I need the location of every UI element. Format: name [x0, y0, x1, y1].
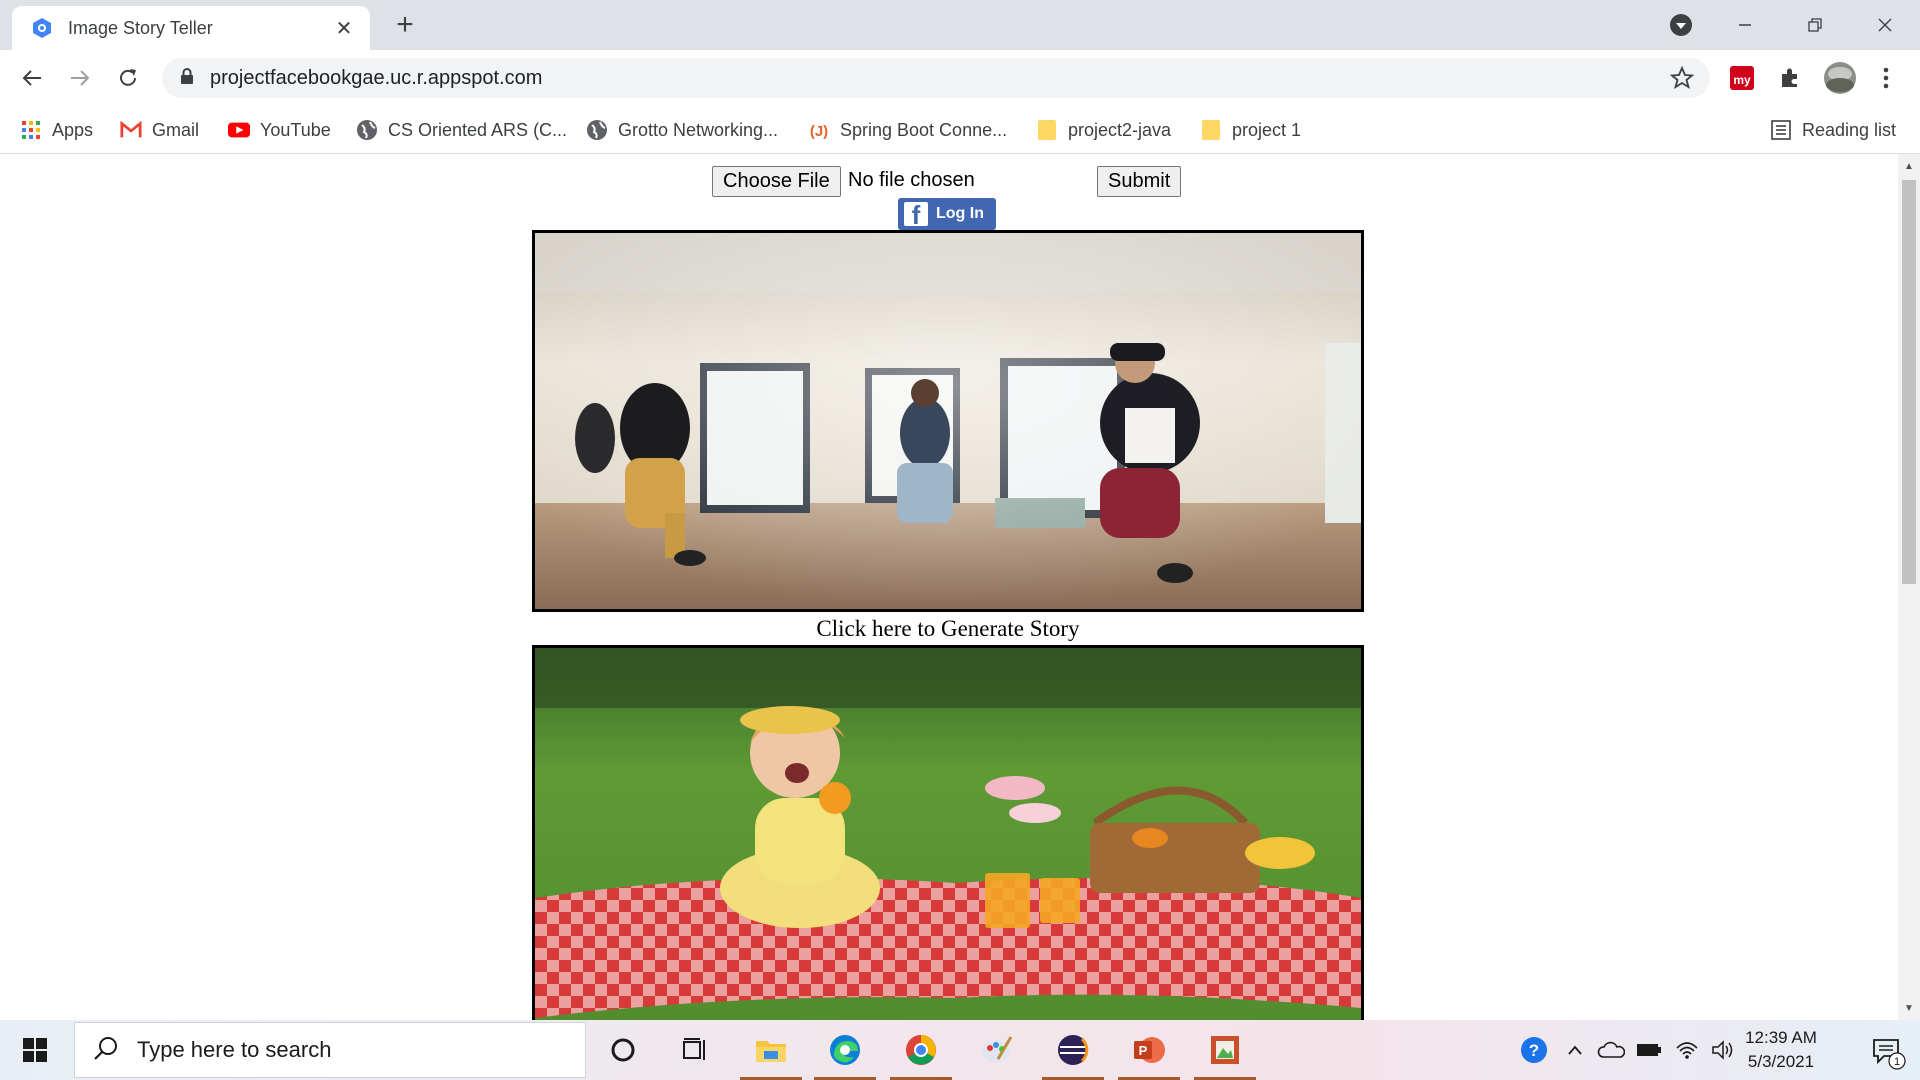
browser-toolbar: projectfacebookgae.uc.r.appspot.com my [0, 50, 1920, 106]
bookmark-label: project 1 [1232, 119, 1302, 140]
address-bar[interactable]: projectfacebookgae.uc.r.appspot.com [162, 58, 1710, 98]
chrome-icon[interactable] [884, 1020, 958, 1080]
minimize-button[interactable] [1710, 0, 1780, 50]
battery-icon[interactable] [1632, 1020, 1666, 1080]
myntra-extension-icon[interactable]: my [1726, 62, 1758, 94]
globe-icon [356, 119, 378, 141]
paint-icon[interactable] [960, 1020, 1034, 1080]
onedrive-cloud-icon[interactable] [1594, 1020, 1628, 1080]
extensions-puzzle-icon[interactable] [1774, 62, 1806, 94]
scroll-up-arrow-icon[interactable]: ▲ [1898, 156, 1920, 176]
image-viewer-icon[interactable] [1188, 1020, 1262, 1080]
submit-button[interactable]: Submit [1097, 166, 1182, 197]
cortana-icon[interactable] [586, 1020, 660, 1080]
generate-story-link[interactable]: Click here to Generate Story [532, 616, 1364, 642]
taskbar-search-box[interactable]: Type here to search [74, 1022, 586, 1078]
gmail-icon [120, 119, 142, 141]
file-explorer-icon[interactable] [734, 1020, 808, 1080]
tab-strip: Image Story Teller ✕ + [0, 0, 1920, 50]
wifi-icon[interactable] [1670, 1020, 1704, 1080]
bookmark-label: project2-java [1068, 119, 1172, 140]
action-center-icon[interactable]: 1 [1870, 1034, 1906, 1070]
edge-browser-icon[interactable] [808, 1020, 882, 1080]
bookmark-cs-oriented[interactable]: CS Oriented ARS (C... [356, 114, 567, 146]
svg-text:(J): (J) [810, 123, 828, 140]
search-placeholder: Type here to search [137, 1037, 332, 1062]
system-clock[interactable]: 12:39 AM 5/3/2021 [1726, 1026, 1836, 1074]
bookmark-project2-java[interactable]: project2-java [1036, 114, 1171, 146]
apps-grid-icon [20, 119, 42, 141]
reading-list-button[interactable]: Reading list [1770, 114, 1896, 146]
bookmark-label: YouTube [260, 119, 331, 140]
uploaded-image-picnic [532, 645, 1364, 1020]
show-hidden-icons-chevron-icon[interactable] [1560, 1020, 1590, 1080]
clock-date: 5/3/2021 [1747, 1052, 1815, 1071]
bookmark-youtube[interactable]: YouTube [228, 114, 331, 146]
close-window-button[interactable] [1850, 0, 1920, 50]
svg-text:?: ? [1529, 1041, 1539, 1060]
reading-list-icon [1770, 119, 1792, 141]
bookmark-spring-boot[interactable]: (J) Spring Boot Conne... [808, 114, 1007, 146]
bookmark-project-1[interactable]: project 1 [1200, 114, 1301, 146]
bookmark-label: CS Oriented ARS (C... [388, 119, 568, 140]
powerpoint-icon[interactable]: P [1112, 1020, 1186, 1080]
facebook-logo-icon: f [904, 202, 928, 226]
app-engine-favicon-icon [30, 16, 54, 40]
forward-arrow-icon[interactable] [60, 58, 100, 98]
facebook-login-button[interactable]: f Log In [898, 198, 996, 230]
reload-icon[interactable] [108, 58, 148, 98]
javatpoint-icon: (J) [808, 119, 830, 141]
eclipse-icon[interactable] [1036, 1020, 1110, 1080]
choose-file-button[interactable]: Choose File [712, 166, 841, 197]
task-view-icon[interactable] [658, 1020, 732, 1080]
reading-list-label: Reading list [1802, 119, 1897, 140]
search-icon [93, 1035, 119, 1066]
new-tab-button[interactable]: + [388, 8, 422, 42]
globe-icon [586, 119, 608, 141]
help-icon[interactable]: ? [1516, 1020, 1552, 1080]
back-arrow-icon[interactable] [12, 58, 52, 98]
clock-time: 12:39 AM [1745, 1028, 1817, 1047]
vertical-scrollbar[interactable]: ▲ ▼ [1898, 154, 1920, 1020]
restore-button[interactable] [1780, 0, 1850, 50]
close-tab-icon[interactable]: ✕ [332, 16, 356, 41]
folder-icon [1036, 119, 1058, 141]
facebook-login-label: Log In [936, 205, 984, 222]
bookmarks-bar: Apps Gmail YouTube CS Oriented ARS (C...… [0, 106, 1920, 154]
scroll-down-arrow-icon[interactable]: ▼ [1898, 998, 1920, 1018]
windows-start-icon[interactable] [0, 1020, 70, 1080]
page-viewport: Choose File No file chosen Submit f Log … [0, 154, 1920, 1020]
bookmark-label: Gmail [152, 119, 200, 140]
chrome-menu-icon[interactable] [1870, 62, 1902, 94]
myntra-extension-label: my [1733, 73, 1751, 87]
upload-form: Choose File No file chosen Submit [712, 166, 1182, 198]
bookmark-grotto[interactable]: Grotto Networking... [586, 114, 778, 146]
lock-icon [180, 67, 194, 89]
bookmark-label: Apps [52, 119, 94, 140]
no-file-text: No file chosen [848, 169, 975, 191]
youtube-icon [228, 119, 250, 141]
svg-text:P: P [1139, 1043, 1148, 1058]
browser-tab[interactable]: Image Story Teller ✕ [12, 6, 370, 50]
uploaded-image-dancers [532, 230, 1364, 612]
bookmark-apps[interactable]: Apps [20, 114, 93, 146]
bookmark-star-icon[interactable] [1669, 65, 1695, 95]
tab-title: Image Story Teller [68, 17, 213, 38]
bookmark-gmail[interactable]: Gmail [120, 114, 199, 146]
scrollbar-thumb[interactable] [1902, 180, 1916, 584]
bookmark-label: Spring Boot Conne... [840, 119, 1008, 140]
windows-taskbar: Type here to search P ? 12:39 AM 5/3/202… [0, 1020, 1920, 1080]
folder-icon [1200, 119, 1222, 141]
url-text: projectfacebookgae.uc.r.appspot.com [210, 66, 543, 89]
bookmark-label: Grotto Networking... [618, 119, 779, 140]
profile-avatar[interactable] [1822, 60, 1858, 96]
notification-count: 1 [1894, 1056, 1900, 1068]
tab-search-icon[interactable] [1664, 10, 1698, 40]
